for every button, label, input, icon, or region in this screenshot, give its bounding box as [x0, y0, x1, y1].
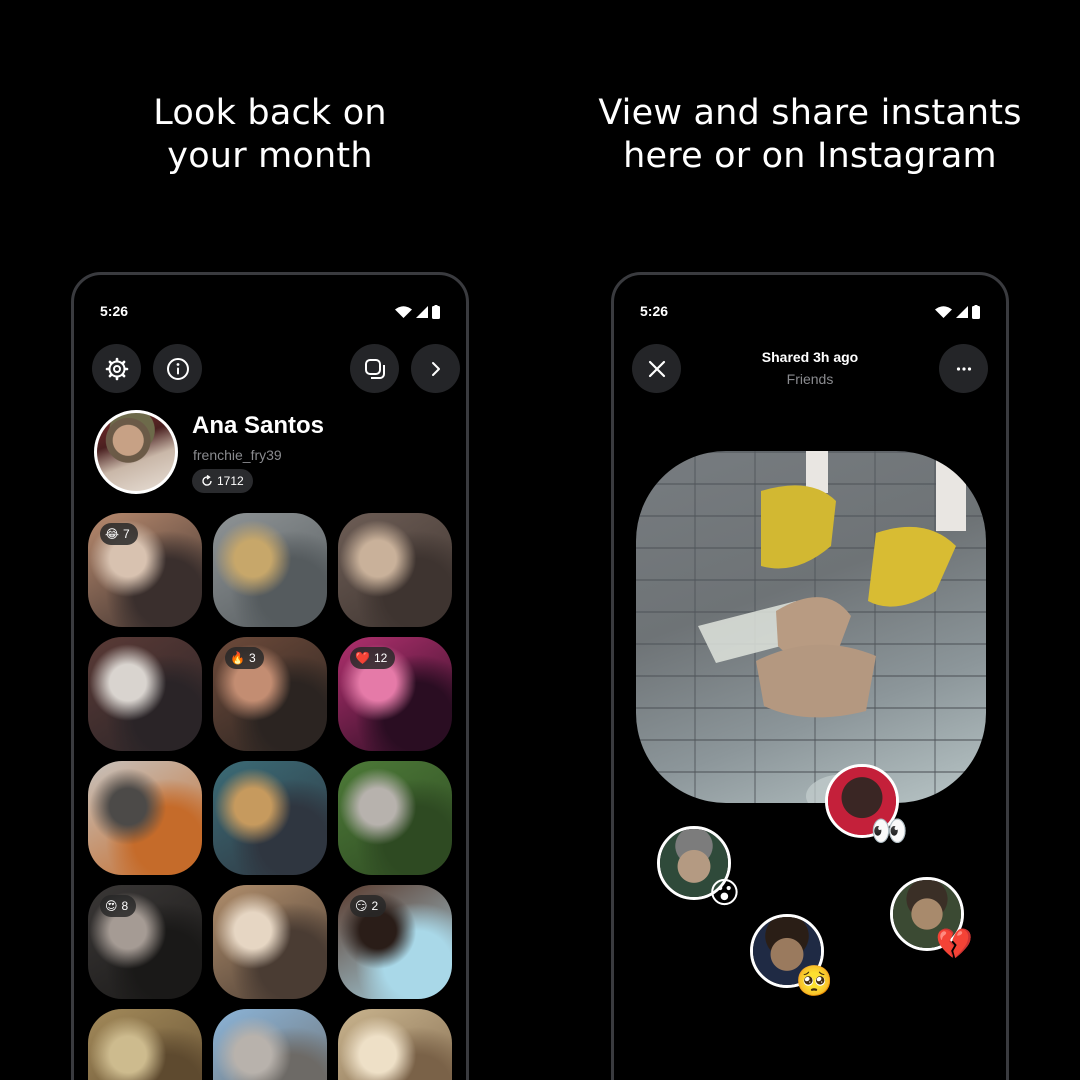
instant-tile[interactable]	[213, 513, 327, 627]
surprised-emoji-icon: 😮	[708, 876, 740, 911]
status-bar: 5:26	[640, 303, 980, 323]
status-icons	[935, 305, 980, 319]
instant-tile[interactable]: ❤️ 12	[338, 637, 452, 751]
instant-tile[interactable]	[213, 1009, 327, 1080]
instant-photo[interactable]	[636, 451, 986, 803]
headline-line: here or on Instagram	[623, 136, 997, 176]
instant-tile[interactable]: 😂 7	[88, 513, 202, 627]
cellular-icon	[416, 306, 428, 318]
wifi-icon	[395, 306, 412, 318]
profile-handle: frenchie_fry39	[193, 447, 282, 463]
reaction-avatar[interactable]: 😮	[657, 826, 740, 909]
instant-tile[interactable]	[338, 761, 452, 875]
photo-content	[698, 451, 966, 803]
info-button[interactable]	[153, 344, 202, 393]
instant-tile[interactable]	[213, 761, 327, 875]
reaction-count-badge: 😏 2	[350, 895, 387, 917]
refresh-icon	[202, 475, 212, 486]
instant-tile[interactable]	[338, 1009, 452, 1080]
reaction-count: 2	[371, 899, 379, 913]
status-time: 5:26	[640, 303, 669, 319]
more-horizontal-icon	[956, 366, 971, 371]
cellular-icon	[956, 306, 968, 318]
instant-tile[interactable]	[213, 885, 327, 999]
settings-button[interactable]	[92, 344, 141, 393]
headline-line: Look back on	[153, 93, 387, 133]
instants-count-badge: 1712	[192, 469, 253, 493]
headline-view-share: View and share instants here or on Insta…	[580, 92, 1040, 178]
status-bar: 5:26	[100, 303, 440, 323]
reaction-count: 3	[248, 651, 256, 665]
instant-tile[interactable]	[88, 1009, 202, 1080]
profile-avatar[interactable]	[94, 410, 178, 494]
headline-look-back: Look back on your month	[40, 92, 500, 178]
reaction-count: 12	[373, 651, 388, 665]
instants-count: 1712	[217, 474, 244, 488]
reaction-count: 8	[121, 899, 129, 913]
pleading-emoji-icon: 🥺	[795, 964, 833, 999]
stacked-squares-icon	[364, 358, 385, 379]
battery-icon	[432, 305, 440, 319]
reaction-emoji-icon: 😂	[105, 527, 120, 541]
profile-name: Ana Santos	[192, 412, 325, 439]
instant-tile[interactable]	[338, 513, 452, 627]
reaction-count-badge: 😍 8	[100, 895, 137, 917]
reaction-emoji-icon: ❤️	[355, 651, 370, 665]
instant-tile[interactable]: 😍 8	[88, 885, 202, 999]
status-icons	[395, 305, 440, 319]
next-button[interactable]	[411, 344, 460, 393]
instant-tile[interactable]: 😏 2	[338, 885, 452, 999]
wifi-icon	[935, 306, 952, 318]
instant-tile[interactable]	[88, 637, 202, 751]
reaction-count-badge: ❤️ 12	[350, 647, 396, 669]
instant-tile[interactable]: 🔥 3	[213, 637, 327, 751]
headline-line: your month	[167, 136, 373, 176]
reaction-count-badge: 😂 7	[100, 523, 138, 545]
reaction-avatar[interactable]: 🥺	[750, 914, 833, 997]
reaction-avatar[interactable]: 👀	[825, 764, 908, 847]
reaction-avatar[interactable]: 💔	[890, 877, 973, 960]
gallery-view-button[interactable]	[350, 344, 399, 393]
more-options-button[interactable]	[939, 344, 988, 393]
reaction-emoji-icon: 😍	[105, 899, 118, 913]
reaction-count: 7	[123, 527, 130, 541]
phone-instant-viewer: 5:26 Shared 3h ago Friends 👀 😮 💔 🥺	[611, 272, 1009, 1080]
instant-tile[interactable]	[88, 761, 202, 875]
info-icon	[166, 357, 189, 380]
broken-heart-emoji-icon: 💔	[935, 927, 973, 962]
status-time: 5:26	[100, 303, 129, 319]
gear-icon	[105, 357, 128, 380]
reaction-count-badge: 🔥 3	[225, 647, 264, 669]
eyes-emoji-icon: 👀	[870, 814, 908, 849]
reaction-emoji-icon: 😏	[355, 899, 368, 913]
reaction-emoji-icon: 🔥	[230, 651, 245, 665]
chevron-right-icon	[431, 361, 440, 376]
phone-profile-screen: 5:26 Ana Santos frenchie_fry39 1712 😂 7 …	[71, 272, 469, 1080]
headline-line: View and share instants	[598, 93, 1022, 133]
battery-icon	[972, 305, 980, 319]
